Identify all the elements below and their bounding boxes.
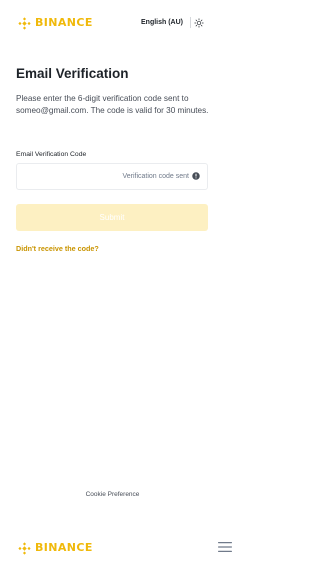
footer-binance-logo[interactable]: BINANCE <box>18 541 93 555</box>
verification-code-field[interactable]: Verification code sent <box>16 163 208 190</box>
verification-code-input[interactable] <box>23 168 103 186</box>
header: BINANCE English (AU) <box>0 0 285 46</box>
submit-button[interactable]: Submit <box>16 204 208 231</box>
binance-logo[interactable]: BINANCE <box>18 16 93 30</box>
verification-instructions: Please enter the 6-digit verification co… <box>16 94 209 115</box>
info-icon[interactable] <box>192 172 200 180</box>
header-divider <box>190 17 191 28</box>
hamburger-menu-icon[interactable] <box>218 541 232 553</box>
code-field-label: Email Verification Code <box>16 151 87 158</box>
language-selector[interactable]: English (AU) <box>141 18 183 28</box>
binance-logo-icon <box>18 541 31 555</box>
footer-logo-text: BINANCE <box>35 541 93 554</box>
sun-icon[interactable] <box>194 18 204 28</box>
cookie-preference-link[interactable]: Cookie Preference <box>0 490 225 500</box>
logo-text: BINANCE <box>35 16 93 29</box>
resend-code-link[interactable]: Didn't receive the code? <box>16 244 99 254</box>
binance-logo-icon <box>18 16 31 30</box>
page-title: Email Verification <box>16 66 129 81</box>
code-sent-status: Verification code sent <box>122 173 189 180</box>
